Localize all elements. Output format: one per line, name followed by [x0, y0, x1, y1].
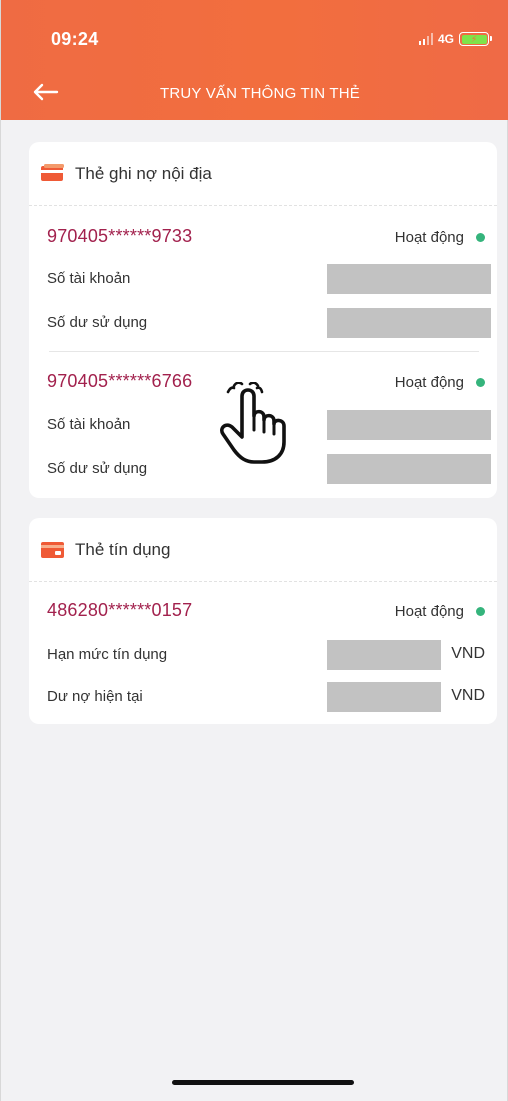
- current-debt-value-masked: [327, 682, 441, 712]
- network-label: 4G: [437, 32, 454, 46]
- balance-label: Số dư sử dụng: [47, 460, 148, 477]
- signal-icon: [418, 33, 433, 45]
- status-label: Hoạt động: [394, 603, 464, 620]
- credit-limit-value-masked: [327, 640, 441, 670]
- account-label: Số tài khoản: [47, 416, 131, 433]
- balance-label: Số dư sử dụng: [47, 314, 148, 331]
- app-header: 09:24 4G ⚡ TRUY VẤN THÔNG TIN THẺ: [1, 0, 508, 120]
- credit-section-title: Thẻ tín dụng: [75, 539, 171, 559]
- currency-label: VND: [451, 687, 485, 704]
- account-value-masked: [327, 264, 491, 294]
- credit-limit-label: Hạn mức tín dụng: [47, 646, 168, 663]
- pointing-hand-icon: [220, 382, 286, 464]
- credit-card-item[interactable]: 486280******0157 Hoạt động Hạn mức tín d…: [29, 582, 497, 722]
- credit-card-icon: [41, 541, 64, 558]
- status-label: Hoạt động: [394, 374, 464, 391]
- credit-card-section: Thẻ tín dụng 486280******0157 Hoạt động …: [29, 518, 497, 724]
- app-screen: 09:24 4G ⚡ TRUY VẤN THÔNG TIN THẺ Thẻ gh…: [0, 0, 508, 1101]
- page-title: TRUY VẤN THÔNG TIN THẺ: [160, 85, 360, 102]
- debit-card-icon: [41, 163, 64, 181]
- account-value-masked: [327, 410, 491, 440]
- card-number: 486280******0157: [47, 600, 193, 620]
- home-indicator[interactable]: [172, 1080, 354, 1085]
- divider: [49, 351, 479, 352]
- debit-card-item[interactable]: 970405******9733 Hoạt động Số tài khoản …: [29, 206, 497, 350]
- debit-section-title: Thẻ ghi nợ nội địa: [75, 163, 212, 183]
- balance-value-masked: [327, 454, 491, 484]
- status-icons: 4G ⚡: [418, 32, 492, 46]
- account-label: Số tài khoản: [47, 270, 131, 287]
- card-number: 970405******9733: [47, 226, 193, 246]
- status-badge: Hoạt động: [395, 229, 485, 246]
- current-debt-label: Dư nợ hiện tại: [47, 688, 143, 705]
- status-dot-icon: [476, 378, 485, 387]
- credit-section-header: Thẻ tín dụng: [29, 518, 497, 582]
- debit-section-header: Thẻ ghi nợ nội địa: [29, 142, 497, 206]
- status-label: Hoạt động: [394, 229, 464, 246]
- status-badge: Hoạt động: [395, 603, 485, 620]
- balance-value-masked: [327, 308, 491, 338]
- card-number: 970405******6766: [47, 371, 193, 391]
- status-dot-icon: [476, 607, 485, 616]
- status-time: 09:24: [51, 29, 99, 49]
- currency-label: VND: [451, 645, 485, 662]
- status-dot-icon: [476, 233, 485, 242]
- status-badge: Hoạt động: [395, 374, 485, 391]
- battery-charging-icon: ⚡: [459, 32, 492, 46]
